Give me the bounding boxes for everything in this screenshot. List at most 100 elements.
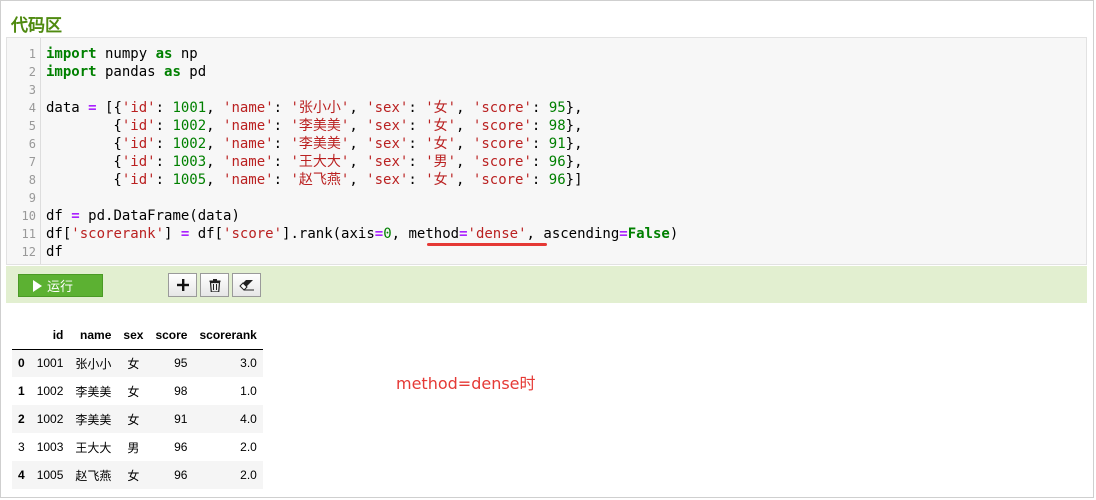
code-token: { [46,118,122,134]
line-number: 2 [28,65,36,79]
line-number: 5 [28,119,36,133]
code-token: }, [565,136,583,152]
code-token: : [531,154,549,170]
code-token: , [349,136,367,152]
code-token: , [456,172,473,188]
code-token: '张小小' [290,100,350,116]
code-token: '赵飞燕' [290,172,350,188]
code-token: 'score' [472,118,532,134]
code-token: 95 [548,100,566,116]
code-line[interactable]: {'id': 1002, 'name': '李美美', 'sex': '女', … [46,117,582,135]
cell-sex: 女 [127,412,140,427]
code-token: : [408,118,426,134]
code-token: import [46,46,97,62]
cell-score: 98 [174,384,188,398]
code-token: 'scorerank' [71,226,165,242]
code-token: df [46,208,72,224]
run-button[interactable]: 运行 [18,274,103,297]
code-token: : [273,100,291,116]
code-token: 1002 [172,118,207,134]
code-token: , [349,100,367,116]
trash-icon [209,278,220,292]
code-token: 'id' [121,118,156,134]
code-token: 1002 [172,136,207,152]
cell-scorerank: 2.0 [240,468,257,482]
code-token: np [172,46,198,62]
code-token: , [349,118,367,134]
code-token: : [531,172,549,188]
row-index: 3 [18,440,25,454]
code-token: 'name' [223,100,274,116]
cell-name: 张小小 [75,356,112,371]
code-token: { [46,136,122,152]
code-token: 1003 [172,154,207,170]
code-token: }, [565,100,583,116]
code-line[interactable]: {'id': 1002, 'name': '李美美', 'sex': '女', … [46,135,583,153]
code-token: 1001 [172,100,207,116]
code-token: '李美美' [290,136,350,152]
code-token: : [531,118,549,134]
code-token: pd.DataFrame(data) [79,208,240,224]
cell-name: 王大大 [75,440,112,455]
cell-score: 96 [174,440,188,454]
dataframe-output: id name sex score scorerank 0 1001 张小小 女… [12,321,263,489]
code-line[interactable]: df [46,243,63,261]
code-token: { [46,172,122,188]
code-token: , [456,154,473,170]
line-number: 8 [28,173,36,187]
code-token: 'id' [121,100,156,116]
cell-id: 1002 [36,384,64,398]
cell-sex: 男 [127,440,140,455]
code-line[interactable]: df = pd.DataFrame(data) [46,207,240,225]
code-token: ) [669,226,679,242]
cell-name: 李美美 [75,412,112,427]
code-editor[interactable]: 1 2 3 4 5 6 7 8 9 10 11 12 import numpy as np import… [6,37,1087,265]
line-number: 1 [28,47,36,61]
plus-icon [176,279,189,291]
code-line[interactable]: import pandas as pd [46,63,206,81]
cell-sex: 女 [127,356,140,371]
add-cell-button[interactable] [168,273,197,297]
cell-name: 赵飞燕 [75,468,112,483]
code-token: [{ [96,100,122,116]
code-token: , [206,154,224,170]
delete-cell-button[interactable] [200,273,229,297]
code-token: '女' [425,136,457,152]
code-token: = [459,226,468,242]
code-line[interactable]: {'id': 1003, 'name': '王大大', 'sex': '男', … [46,153,583,171]
code-token: : [155,136,173,152]
cell-scorerank: 4.0 [240,412,257,426]
code-token: : [273,154,291,170]
code-token: as [164,64,181,80]
code-token: ].rank(axis [282,226,375,242]
cell-sex: 女 [127,384,140,399]
code-token: 'sex' [366,172,409,188]
code-token: False [627,226,670,242]
clear-output-button[interactable] [232,273,261,297]
code-token: , method [391,226,460,242]
cell-scorerank: 2.0 [240,440,257,454]
line-number: 12 [21,245,36,259]
table-row: 2 1002 李美美 女 91 4.0 [12,405,263,433]
column-header: sex [117,321,150,350]
cell-id: 1001 [36,356,64,371]
line-number: 11 [21,227,36,241]
code-token: 0 [383,226,392,242]
code-line[interactable]: data = [{'id': 1001, 'name': '张小小', 'sex… [46,99,583,117]
section-title: 代码区 [11,16,62,36]
code-token: = [71,208,80,224]
code-token: 'name' [223,154,274,170]
code-token: }, [565,154,583,170]
code-token: { [46,154,122,170]
code-token: 'score' [472,154,532,170]
code-line[interactable]: import numpy as np [46,45,198,63]
code-token: , [206,118,224,134]
code-token: , [456,118,473,134]
table-header-row: id name sex score scorerank [12,321,263,350]
code-line[interactable]: {'id': 1005, 'name': '赵飞燕', 'sex': '女', … [46,171,582,189]
code-line[interactable]: df['scorerank'] = df['score'].rank(axis=… [46,225,678,243]
cell-score: 95 [174,356,188,371]
row-index: 2 [18,412,25,426]
code-token: , [349,172,367,188]
cell-id: 1002 [36,412,64,426]
